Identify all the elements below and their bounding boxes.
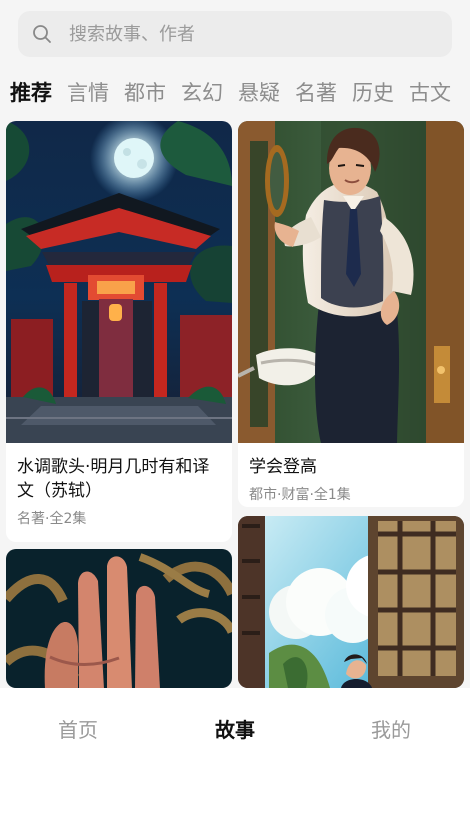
tab-romance[interactable]: 言情 — [67, 75, 109, 111]
story-meta: 都市·财富·全1集 — [249, 487, 351, 503]
tab-mystery[interactable]: 悬疑 — [238, 75, 280, 111]
story-card-info: 学会登高 都市·财富·全1集 — [238, 443, 464, 505]
tab-recommend[interactable]: 推荐 — [10, 75, 52, 111]
category-tabs: 推荐 言情 都市 玄幻 悬疑 名著 历史 古文 — [10, 74, 466, 112]
story-cover-man-door[interactable] — [238, 121, 464, 443]
search-input[interactable] — [67, 22, 431, 46]
search-icon — [32, 24, 52, 44]
story-card-hand-cover[interactable] — [6, 549, 232, 688]
nav-home[interactable]: 首页 — [58, 714, 98, 743]
tab-classics[interactable]: 名著 — [295, 75, 337, 111]
story-title: 学会登高 — [249, 457, 317, 477]
tab-ancient-text[interactable]: 古文 — [409, 75, 451, 111]
story-app-screen: 推荐 言情 都市 玄幻 悬疑 名著 历史 古文 — [0, 0, 470, 837]
story-cover-hand[interactable] — [6, 549, 232, 688]
story-card-info: 水调歌头·明月几时有和译文（苏轼） 名著·全2集 — [6, 443, 232, 529]
tab-history[interactable]: 历史 — [352, 75, 394, 111]
search-bar[interactable] — [18, 11, 452, 57]
story-title: 水调歌头·明月几时有和译文（苏轼） — [17, 457, 210, 501]
story-cover-moon-gate[interactable] — [6, 121, 232, 443]
story-meta: 名著·全2集 — [17, 511, 87, 527]
tab-urban[interactable]: 都市 — [124, 75, 166, 111]
story-card-moon-poem[interactable]: 水调歌头·明月几时有和译文（苏轼） 名著·全2集 — [6, 121, 232, 542]
story-card-learn-height[interactable]: 学会登高 都市·财富·全1集 — [238, 121, 464, 507]
nav-mine[interactable]: 我的 — [371, 714, 411, 743]
tab-fantasy[interactable]: 玄幻 — [181, 75, 223, 111]
story-card-window-cover[interactable] — [238, 516, 464, 688]
nav-stories[interactable]: 故事 — [215, 714, 255, 743]
story-cover-window[interactable] — [238, 516, 464, 688]
bottom-navigation: 首页 故事 我的 — [0, 688, 470, 837]
